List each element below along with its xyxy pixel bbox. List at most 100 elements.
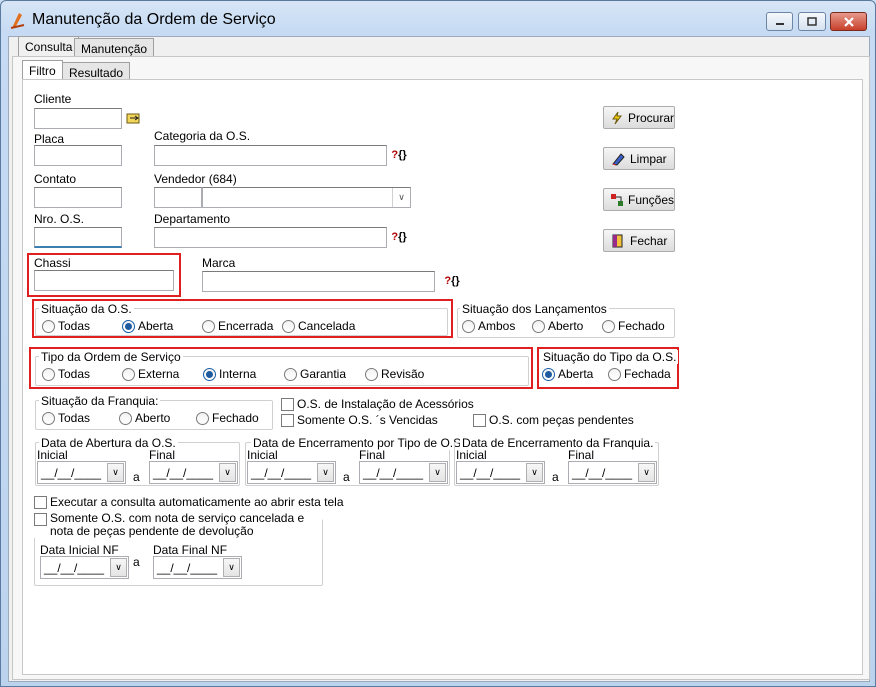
nf-final-label: Data Final NF	[153, 543, 228, 557]
date-enc-tipo-final-label: Final	[359, 448, 386, 462]
radio-os-encerrada[interactable]: Encerrada	[202, 319, 273, 333]
date-franq-inicial-label: Inicial	[456, 448, 487, 462]
date-sep: a	[343, 470, 350, 484]
radio-lanc-fechado[interactable]: Fechado	[602, 319, 665, 333]
door-icon	[610, 233, 626, 249]
vendedor-combo[interactable]: ∨	[202, 187, 411, 208]
radio-lanc-ambos[interactable]: Ambos	[462, 319, 515, 333]
departamento-label: Departamento	[154, 212, 231, 226]
hand-pointer-icon[interactable]	[125, 109, 143, 127]
date-franq-inicial[interactable]: __/__/____ ∨	[456, 461, 545, 484]
check-vencidas[interactable]: Somente O.S. ´s Vencidas	[281, 413, 438, 427]
date-sep: a	[133, 470, 140, 484]
tab-consulta[interactable]: Consulta	[18, 36, 80, 56]
tab-resultado[interactable]: Resultado	[62, 62, 131, 80]
radio-os-cancelada[interactable]: Cancelada	[282, 319, 355, 333]
chevron-down-icon: ∨	[223, 558, 240, 577]
check-pecas-pendentes[interactable]: O.S. com peças pendentes	[473, 413, 634, 427]
chevron-down-icon: ∨	[107, 463, 124, 482]
chevron-down-icon: ∨	[317, 463, 334, 482]
date-sep: a	[133, 555, 140, 569]
fechar-button[interactable]: Fechar	[603, 229, 675, 252]
nf-inicial-label: Data Inicial NF	[40, 543, 119, 557]
funcoes-button[interactable]: Funções	[603, 188, 675, 211]
maximize-icon[interactable]	[798, 12, 826, 31]
date-group-franquia-title: Data de Encerramento da Franquia.	[460, 436, 656, 450]
radio-sit-tipo-aberta[interactable]: Aberta	[542, 367, 593, 381]
limpar-button[interactable]: Limpar	[603, 147, 675, 170]
close-icon[interactable]	[830, 12, 867, 31]
situacao-lancamentos-title: Situação dos Lançamentos	[460, 302, 609, 316]
radio-os-todas[interactable]: Todas	[42, 319, 90, 333]
fechar-label: Fechar	[630, 233, 668, 248]
chevron-down-icon: ∨	[638, 463, 655, 482]
date-franq-final[interactable]: __/__/____ ∨	[568, 461, 657, 484]
departamento-input[interactable]	[154, 227, 387, 248]
chevron-down-icon: ∨	[110, 558, 127, 577]
tab-manutencao[interactable]: Manutenção	[74, 38, 155, 56]
lookup-icon[interactable]: ?{}	[390, 228, 408, 246]
lookup-icon[interactable]: ?{}	[443, 272, 461, 290]
functions-icon	[610, 192, 624, 208]
radio-tipo-todas[interactable]: Todas	[42, 367, 90, 381]
placa-input[interactable]	[34, 145, 122, 166]
date-sep: a	[552, 470, 559, 484]
date-enc-tipo-inicial[interactable]: __/__/____ ∨	[247, 461, 336, 484]
situacao-franquia-title: Situação da Franquia:	[39, 394, 161, 408]
radio-franq-aberto[interactable]: Aberto	[119, 411, 170, 425]
check-instalacao[interactable]: O.S. de Instalação de Acessórios	[281, 397, 474, 411]
radio-franq-todas[interactable]: Todas	[42, 411, 90, 425]
date-enc-tipo-final[interactable]: __/__/____ ∨	[359, 461, 448, 484]
chevron-down-icon[interactable]: ∨	[392, 188, 410, 207]
main-window: Manutenção da Ordem de Serviço Consulta …	[0, 0, 876, 687]
radio-tipo-revisao[interactable]: Revisão	[365, 367, 424, 381]
lightning-icon	[610, 110, 624, 126]
chassi-input[interactable]	[34, 270, 174, 291]
contato-input[interactable]	[34, 187, 122, 208]
date-abertura-inicial[interactable]: __/__/____ ∨	[37, 461, 126, 484]
vendedor-label: Vendedor (684)	[154, 172, 237, 186]
radio-tipo-garantia[interactable]: Garantia	[284, 367, 346, 381]
radio-sit-tipo-fechada[interactable]: Fechada	[608, 367, 671, 381]
eraser-icon	[610, 151, 626, 167]
categoria-input[interactable]	[154, 145, 387, 166]
radio-franq-fechado[interactable]: Fechado	[196, 411, 259, 425]
cliente-input[interactable]	[34, 108, 122, 129]
radio-tipo-externa[interactable]: Externa	[122, 367, 179, 381]
radio-tipo-interna[interactable]: Interna	[203, 367, 256, 381]
nf-final-date[interactable]: __/__/____ ∨	[153, 556, 242, 579]
date-abertura-inicial-label: Inicial	[37, 448, 68, 462]
radio-lanc-aberto[interactable]: Aberto	[532, 319, 583, 333]
date-enc-tipo-inicial-label: Inicial	[247, 448, 278, 462]
minimize-icon[interactable]	[766, 12, 793, 31]
date-franq-final-label: Final	[568, 448, 595, 462]
date-abertura-final[interactable]: __/__/____ ∨	[149, 461, 238, 484]
chevron-down-icon: ∨	[526, 463, 543, 482]
chassi-label: Chassi	[34, 256, 71, 270]
nf-inicial-date[interactable]: __/__/____ ∨	[40, 556, 129, 579]
app-icon	[10, 11, 26, 29]
nro-os-input[interactable]	[34, 227, 122, 248]
nro-os-label: Nro. O.S.	[34, 212, 85, 226]
contato-label: Contato	[34, 172, 77, 186]
procurar-button[interactable]: Procurar	[603, 106, 675, 129]
vendedor-code-input[interactable]	[154, 187, 202, 208]
situacao-os-title: Situação da O.S.	[39, 302, 134, 316]
check-nota-cancelada[interactable]: Somente O.S. com nota de serviço cancela…	[34, 512, 322, 538]
radio-os-aberta[interactable]: Aberta	[122, 319, 173, 333]
categoria-label: Categoria da O.S.	[154, 129, 251, 143]
cliente-label: Cliente	[34, 92, 72, 106]
check-executar-auto[interactable]: Executar a consulta automaticamente ao a…	[34, 495, 344, 509]
funcoes-label: Funções	[628, 192, 675, 207]
lookup-icon[interactable]: ?{}	[390, 146, 408, 164]
date-abertura-final-label: Final	[149, 448, 176, 462]
placa-label: Placa	[34, 132, 65, 146]
limpar-label: Limpar	[630, 151, 667, 166]
tipo-os-title: Tipo da Ordem de Serviço	[39, 350, 183, 364]
marca-input[interactable]	[202, 271, 435, 292]
tab-filtro[interactable]: Filtro	[22, 60, 63, 80]
marca-label: Marca	[202, 256, 236, 270]
chevron-down-icon: ∨	[429, 463, 446, 482]
situacao-tipo-title: Situação do Tipo da O.S.	[541, 350, 679, 364]
procurar-label: Procurar	[628, 110, 675, 125]
